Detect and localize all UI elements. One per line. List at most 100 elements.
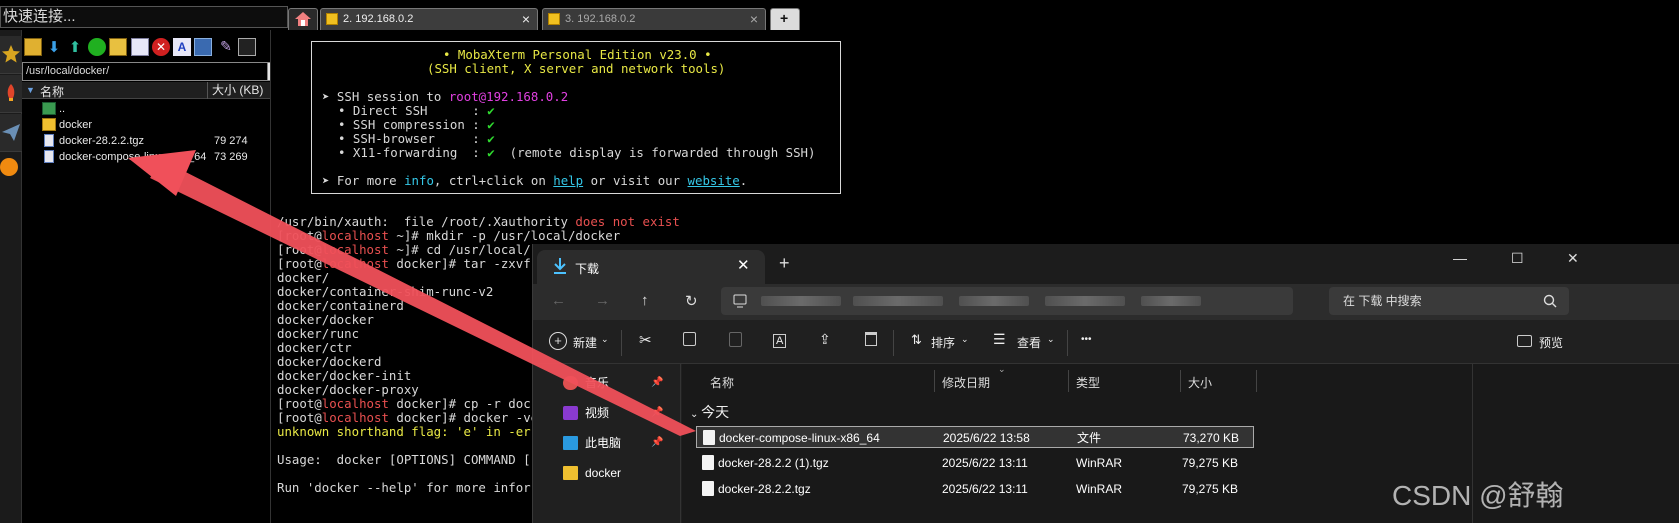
new-tab-button[interactable]: + [770,8,800,30]
refresh-icon[interactable] [88,38,106,56]
new-folder-icon[interactable] [109,38,127,56]
blurred-path [959,296,1029,306]
address-bar[interactable] [721,287,1293,315]
path-field[interactable]: /usr/local/docker/ ▼ [22,62,284,81]
terminal-output: docker/runc [277,326,360,341]
close-icon[interactable]: ✕ [737,256,750,274]
help-link[interactable]: help [553,173,583,188]
divider [934,370,935,392]
permissions-icon[interactable] [194,38,212,56]
file-row[interactable]: docker-compose-linux-x86_64 2025/6/22 13… [696,426,1254,448]
terminal-error: unknown shorthand flag: 'e' in -err [277,424,539,439]
view-button[interactable]: 查看 [1017,334,1041,351]
nav-item-this-pc[interactable]: 此电脑 📌 [563,432,681,454]
pin-icon[interactable]: 📌 [651,402,663,424]
close-icon[interactable]: × [750,9,758,29]
terminal-line: [root@localhost ~]# cd /usr/local/ [277,242,531,257]
cut-icon[interactable]: ✂ [639,331,652,349]
blurred-path [1045,296,1125,306]
preview-button[interactable]: 预览 [1539,334,1563,351]
terminal-icon[interactable] [238,38,256,56]
pin-icon[interactable]: 📌 [651,372,663,394]
up-icon[interactable]: ↑ [641,292,649,309]
chevron-down-icon: ⌄ [690,409,702,420]
view-icon: ☰ [993,331,1006,347]
rename-icon[interactable]: A [773,334,787,348]
file-row[interactable]: docker [22,117,288,133]
info-link[interactable]: info [404,173,434,188]
quick-connect-input[interactable]: 快速连接... [0,6,288,28]
column-name[interactable]: 名称 [710,374,734,391]
search-input[interactable]: 在 下载 中搜索 [1329,287,1569,315]
tab-session-3[interactable]: 3. 192.168.0.2 × [542,8,766,30]
paste-icon[interactable] [729,332,742,347]
column-size[interactable]: 大小 [1188,374,1212,391]
minimize-icon[interactable]: — [1453,250,1467,266]
computer-icon [563,436,578,450]
delete-icon[interactable]: ✕ [152,38,170,56]
group-header[interactable]: ⌄ 今天 [690,402,729,422]
sort-button[interactable]: 排序 [931,334,955,351]
folder-up-icon[interactable] [24,38,42,56]
nav-item-music[interactable]: 音乐 📌 [563,372,681,394]
new-file-icon[interactable] [131,38,149,56]
nav-item-docker[interactable]: docker [563,462,681,484]
back-icon[interactable]: ← [551,292,566,309]
ssh-session-icon [548,13,560,25]
chevron-down-icon: ⌄ [961,334,969,344]
pin-icon[interactable]: 📌 [651,432,663,454]
column-size[interactable]: 大小 (KB) [207,82,263,99]
rename-icon[interactable]: A [173,38,191,56]
search-icon [1543,294,1557,308]
download-icon[interactable]: ⬇ [45,38,63,56]
website-link[interactable]: website [688,173,740,188]
column-name[interactable]: 名称 [40,83,64,100]
column-modified[interactable]: 修改日期 [942,374,990,391]
close-icon[interactable]: × [522,9,530,29]
left-sidebar [0,30,22,523]
terminal-output: docker/dockerd [277,354,382,369]
chevron-down-icon: ⌄ [1047,334,1055,344]
macros-icon[interactable] [0,158,18,176]
file-icon [703,430,715,445]
home-tab[interactable] [288,8,318,30]
column-type[interactable]: 类型 [1076,374,1100,391]
terminal-line: [root@localhost docker]# cp -r dock [277,396,539,411]
delete-icon[interactable] [865,332,877,346]
feature-line: • X11-forwarding : ✔ (remote display is … [338,145,816,160]
file-row[interactable]: docker-28.2.2.tgz 79 274 [22,133,288,149]
tab-label: 下载 [575,262,600,276]
tab-downloads[interactable]: 下载 ✕ [537,250,765,284]
maximize-icon[interactable]: ☐ [1511,250,1524,267]
file-row[interactable]: docker-compose-linux-x86_64 73 269 [22,149,288,165]
file-row[interactable]: .. [22,101,288,117]
upload-icon[interactable]: ⬆ [66,38,84,56]
chevron-down-icon: ⌄ [601,334,609,344]
terminal-output: docker/ [277,270,330,285]
file-row[interactable]: docker-28.2.2.tgz 2025/6/22 13:11 WinRAR… [696,478,1254,500]
close-window-icon[interactable]: ✕ [1567,250,1579,267]
new-tab-button[interactable]: + [779,253,790,274]
tab-session-2[interactable]: 2. 192.168.0.2 × [320,8,538,30]
terminal-output: docker/docker [277,312,374,327]
new-button[interactable]: 新建 [573,334,597,351]
tools-button[interactable] [0,75,22,113]
divider [1180,370,1181,392]
nav-item-videos[interactable]: 视频 📌 [563,402,681,424]
forward-icon[interactable]: → [595,292,610,309]
tools-icon[interactable]: ✎ [217,38,235,56]
send-button[interactable] [0,114,22,152]
more-options-button[interactable]: ••• [1081,334,1092,345]
folder-icon [563,466,578,480]
refresh-icon[interactable]: ↻ [685,292,698,310]
file-icon [44,150,54,163]
monitor-icon [733,294,747,308]
file-row[interactable]: docker-28.2.2 (1).tgz 2025/6/22 13:11 Wi… [696,452,1254,474]
share-icon[interactable]: ⇪ [819,331,831,348]
file-list-header: ▼ 名称 大小 (KB) [22,82,288,99]
video-icon [563,406,578,420]
copy-icon[interactable] [683,332,696,346]
sort-desc-icon[interactable]: ▼ [26,85,35,95]
sessions-star-button[interactable] [0,36,22,74]
ssh-session-line: ➤ SSH session to root@192.168.0.2 [322,89,569,104]
